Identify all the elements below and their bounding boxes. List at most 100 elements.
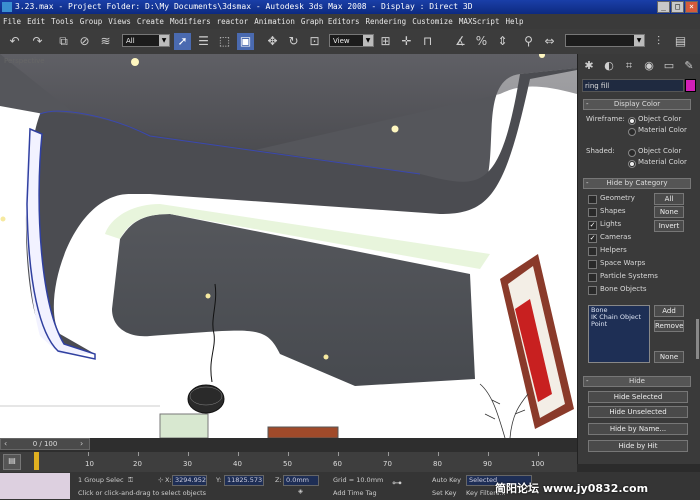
shaded-material-color-radio[interactable] bbox=[628, 160, 636, 168]
category-none-button[interactable]: None bbox=[654, 351, 684, 363]
close-button[interactable]: × bbox=[685, 1, 698, 13]
x-coordinate-field[interactable]: 3294.952 bbox=[172, 475, 207, 486]
menu-animation[interactable]: Animation bbox=[251, 14, 298, 29]
hide-by-hit-button[interactable]: Hide by Hit bbox=[588, 440, 688, 452]
perspective-viewport[interactable]: Perspective bbox=[0, 54, 577, 438]
select-link-icon[interactable]: ⧉ bbox=[55, 33, 72, 50]
layer-manager-icon[interactable]: ▤ bbox=[672, 33, 689, 50]
panel-scrollbar[interactable] bbox=[696, 319, 699, 359]
maximize-button[interactable]: □ bbox=[671, 1, 684, 13]
spinner-snap-icon[interactable]: ⇕ bbox=[494, 33, 511, 50]
angle-snap-icon[interactable]: ∡ bbox=[452, 33, 469, 50]
scale-icon[interactable]: ⊡ bbox=[306, 33, 323, 50]
time-slider[interactable]: 0 / 100 bbox=[0, 438, 90, 450]
y-coordinate-field[interactable]: 11825.573 bbox=[224, 475, 264, 486]
transform-mode-icon[interactable]: ⊹ bbox=[158, 476, 163, 484]
menu-tools[interactable]: Tools bbox=[48, 14, 77, 29]
menu-maxscript[interactable]: MAXScript bbox=[456, 14, 503, 29]
prev-frame-icon[interactable]: ‹ bbox=[4, 439, 7, 448]
minimize-button[interactable]: _ bbox=[657, 1, 670, 13]
menu-reactor[interactable]: reactor bbox=[214, 14, 252, 29]
menu-customize[interactable]: Customize bbox=[409, 14, 456, 29]
object-color-swatch[interactable] bbox=[685, 79, 696, 92]
menu-views[interactable]: Views bbox=[105, 14, 134, 29]
hide-all-button[interactable]: All bbox=[654, 193, 684, 205]
tick-label: 80 bbox=[433, 460, 442, 468]
app-icon[interactable] bbox=[2, 2, 12, 12]
hierarchy-tab-icon[interactable]: ⌗ bbox=[621, 58, 637, 74]
menu-file[interactable]: File bbox=[0, 14, 24, 29]
category-remove-button[interactable]: Remove bbox=[654, 320, 684, 332]
align-icon[interactable]: ⫶ bbox=[650, 33, 667, 50]
track-bar[interactable]: ▤ 10 20 30 40 50 60 70 80 90 100 bbox=[0, 452, 577, 472]
menu-edit[interactable]: Edit bbox=[24, 14, 48, 29]
time-slider-track[interactable]: 0 / 100 ‹ › bbox=[0, 438, 577, 452]
key-icon[interactable]: ⊶ bbox=[392, 478, 402, 489]
utilities-tab-icon[interactable]: ✎ bbox=[681, 58, 697, 74]
bone-objects-checkbox[interactable] bbox=[588, 286, 597, 295]
menu-modifiers[interactable]: Modifiers bbox=[167, 14, 214, 29]
undo-icon[interactable]: ↶ bbox=[6, 33, 23, 50]
hide-by-name-button[interactable]: Hide by Name... bbox=[588, 423, 688, 435]
add-time-tag-icon[interactable]: ◈ bbox=[298, 487, 303, 495]
time-cursor[interactable] bbox=[34, 452, 39, 470]
helpers-checkbox[interactable] bbox=[588, 247, 597, 256]
hide-unselected-button[interactable]: Hide Unselected bbox=[588, 406, 688, 418]
menu-group[interactable]: Group bbox=[77, 14, 106, 29]
pivot-center-icon[interactable]: ⊞ bbox=[377, 33, 394, 50]
select-object-icon[interactable]: ➚ bbox=[174, 33, 191, 50]
hide-rollout[interactable]: - Hide bbox=[583, 376, 691, 387]
redo-icon[interactable]: ↷ bbox=[29, 33, 46, 50]
percent-snap-icon[interactable]: % bbox=[473, 33, 490, 50]
menu-help[interactable]: Help bbox=[502, 14, 526, 29]
wireframe-material-color-radio[interactable] bbox=[628, 128, 636, 136]
rectangular-selection-icon[interactable]: ⬚ bbox=[216, 33, 233, 50]
select-by-name-icon[interactable]: ☰ bbox=[195, 33, 212, 50]
menu-create[interactable]: Create bbox=[134, 14, 167, 29]
menu-graph-editors[interactable]: Graph Editors bbox=[298, 14, 363, 29]
reference-coordinate-dropdown[interactable]: View ▼ bbox=[329, 34, 374, 47]
next-frame-icon[interactable]: › bbox=[80, 439, 83, 448]
named-selection-sets-icon[interactable]: ⚲ bbox=[520, 33, 537, 50]
rotate-icon[interactable]: ↻ bbox=[285, 33, 302, 50]
motion-tab-icon[interactable]: ◉ bbox=[641, 58, 657, 74]
hide-invert-button[interactable]: Invert bbox=[654, 220, 684, 232]
geometry-checkbox[interactable] bbox=[588, 195, 597, 204]
z-coordinate-field[interactable]: 0.0mm bbox=[283, 475, 319, 486]
lock-selection-icon[interactable]: ⚿ bbox=[128, 476, 133, 485]
lights-checkbox[interactable]: ✓ bbox=[588, 221, 597, 230]
select-manipulate-icon[interactable]: ✛ bbox=[398, 33, 415, 50]
add-time-tag-label[interactable]: Add Time Tag bbox=[333, 489, 377, 497]
category-list[interactable]: Bone IK Chain Object Point bbox=[588, 305, 650, 363]
object-name-field[interactable]: ring fill bbox=[582, 79, 684, 92]
hide-by-category-rollout[interactable]: - Hide by Category bbox=[583, 178, 691, 189]
display-color-rollout[interactable]: - Display Color bbox=[583, 99, 691, 110]
particle-systems-checkbox[interactable] bbox=[588, 273, 597, 282]
cameras-checkbox[interactable]: ✓ bbox=[588, 234, 597, 243]
move-icon[interactable]: ✥ bbox=[264, 33, 281, 50]
list-item[interactable]: Point bbox=[591, 321, 647, 328]
wireframe-object-color-radio[interactable] bbox=[628, 117, 636, 125]
named-selection-dropdown[interactable]: ▼ bbox=[565, 34, 645, 47]
snaps-toggle-icon[interactable]: ⊓ bbox=[419, 33, 436, 50]
viewport-label[interactable]: Perspective bbox=[4, 57, 45, 65]
bind-space-warp-icon[interactable]: ≋ bbox=[97, 33, 114, 50]
shapes-checkbox[interactable] bbox=[588, 208, 597, 217]
create-tab-icon[interactable]: ✱ bbox=[581, 58, 597, 74]
shaded-object-color-radio[interactable] bbox=[628, 149, 636, 157]
modify-tab-icon[interactable]: ◐ bbox=[601, 58, 617, 74]
maxscript-listener[interactable] bbox=[0, 473, 70, 499]
mirror-icon[interactable]: ⇔ bbox=[541, 33, 558, 50]
category-add-button[interactable]: Add bbox=[654, 305, 684, 317]
grid-size: Grid = 10.0mm bbox=[333, 476, 384, 484]
menu-rendering[interactable]: Rendering bbox=[363, 14, 410, 29]
space-warps-checkbox[interactable] bbox=[588, 260, 597, 269]
unlink-icon[interactable]: ⊘ bbox=[76, 33, 93, 50]
hide-none-button[interactable]: None bbox=[654, 206, 684, 218]
set-key-label[interactable]: Set Key bbox=[432, 489, 457, 497]
hide-selected-button[interactable]: Hide Selected bbox=[588, 391, 688, 403]
selection-filter-dropdown[interactable]: All ▼ bbox=[122, 34, 170, 47]
display-tab-icon[interactable]: ▭ bbox=[661, 58, 677, 74]
window-crossing-icon[interactable]: ▣ bbox=[237, 33, 254, 50]
curve-editor-mini-icon[interactable]: ▤ bbox=[3, 454, 21, 470]
